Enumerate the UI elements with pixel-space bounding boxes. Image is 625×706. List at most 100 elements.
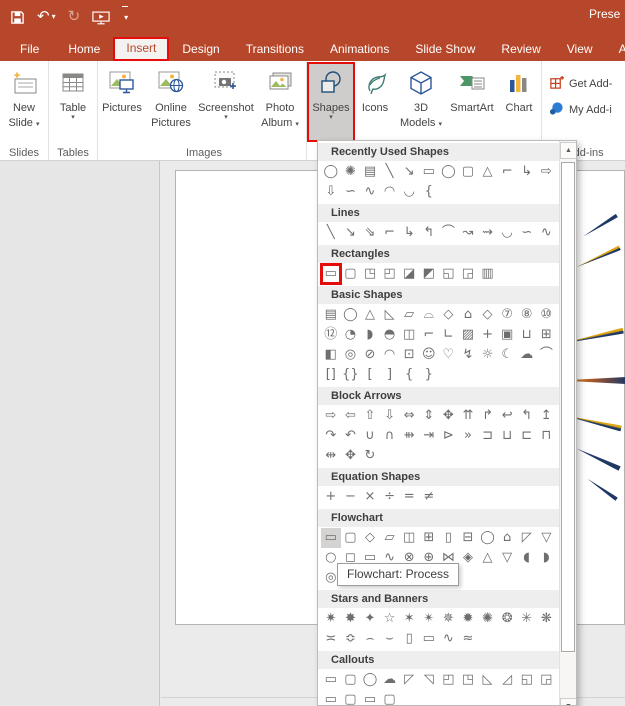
shape-arc[interactable]: ◠ bbox=[380, 182, 400, 202]
shape-arrow-bent[interactable]: ↱ bbox=[478, 406, 498, 426]
shape-elbow-connector[interactable]: ⌐ bbox=[380, 223, 400, 243]
smartart-button[interactable]: SmartArt bbox=[446, 63, 498, 141]
shape-line-callout-3[interactable]: ◰ bbox=[439, 670, 459, 690]
shape-rectangle-rounded-corners[interactable]: ▢ bbox=[341, 264, 361, 284]
get-addins-button[interactable]: Get Add- bbox=[549, 75, 613, 93]
shape-arrow-up-down[interactable]: ⇕ bbox=[419, 406, 439, 426]
shape-smiley-face[interactable]: ☺ bbox=[419, 345, 439, 365]
shape-left-brace[interactable]: { bbox=[419, 182, 439, 202]
shape-scroll-horizontal[interactable]: ▭ bbox=[419, 629, 439, 649]
shape-left-bracket[interactable]: [ bbox=[360, 365, 380, 385]
shape-speech-bubble-oval[interactable]: ◯ bbox=[360, 670, 380, 690]
shape-star-5-points[interactable]: ☆ bbox=[380, 609, 400, 629]
shape-right-brace[interactable]: } bbox=[419, 365, 439, 385]
shape-arrow-chevron[interactable]: » bbox=[458, 426, 478, 446]
shape-trapezoid[interactable]: ⌓ bbox=[419, 305, 439, 325]
shape-text-box[interactable]: ▤ bbox=[321, 305, 341, 325]
shape-line[interactable]: ╲ bbox=[321, 223, 341, 243]
shape-curved-connector[interactable]: ⌒ bbox=[439, 223, 459, 243]
shape-flowchart-document[interactable]: ▯ bbox=[439, 528, 459, 548]
shape-arrow-curved-up[interactable]: ∩ bbox=[380, 426, 400, 446]
shape-elbow-double-arrow-connector[interactable]: ↰ bbox=[419, 223, 439, 243]
shape-arc[interactable]: ⌒ bbox=[537, 345, 557, 365]
shape-ribbon-tilted-down[interactable]: ≎ bbox=[341, 629, 361, 649]
shape-flowchart-sort[interactable]: ◈ bbox=[458, 548, 478, 568]
shape-explosion-8-points[interactable]: ✷ bbox=[321, 609, 341, 629]
shape-line-callout-4-accent-bar[interactable]: ▢ bbox=[380, 690, 400, 705]
shape-bevel[interactable]: ◧ bbox=[321, 345, 341, 365]
shape-arrow-left[interactable]: ⇦ bbox=[341, 406, 361, 426]
shape-line-callout-2-accent-bar[interactable]: ▢ bbox=[341, 690, 361, 705]
shape-flowchart-stored-data[interactable]: ◖ bbox=[517, 548, 537, 568]
shape-hexagon[interactable]: ◇ bbox=[478, 305, 498, 325]
shape-rectangle-top-corners-snipped[interactable]: ◰ bbox=[380, 264, 400, 284]
shape-double-wave[interactable]: ≈ bbox=[458, 629, 478, 649]
shape-star-8-points[interactable]: ✵ bbox=[439, 609, 459, 629]
shape-flowchart-data[interactable]: ▱ bbox=[380, 528, 400, 548]
shape-flowchart-predefined-process[interactable]: ◫ bbox=[399, 528, 419, 548]
shape-star-24-points[interactable]: ✳ bbox=[517, 609, 537, 629]
shape-folded-corner[interactable]: ⊡ bbox=[399, 345, 419, 365]
shape-star-7-points[interactable]: ✴ bbox=[419, 609, 439, 629]
shape-teardrop[interactable]: ◗ bbox=[360, 325, 380, 345]
shape-callout-left-right-arrow[interactable]: ⇹ bbox=[321, 446, 341, 466]
shape-moon[interactable]: ☾ bbox=[497, 345, 517, 365]
shape-line-arrow[interactable]: ↘ bbox=[341, 223, 361, 243]
shape-speech-bubble-rounded-rectangle[interactable]: ▢ bbox=[341, 670, 361, 690]
shape-line-callout-3-no-border[interactable]: ◿ bbox=[497, 670, 517, 690]
tab-transitions[interactable]: Transitions bbox=[233, 38, 317, 61]
shape-elbow-arrow-connector[interactable]: ↳ bbox=[399, 223, 419, 243]
shape-curve[interactable]: ◡ bbox=[497, 223, 517, 243]
shape-flowchart-alternate-process[interactable]: ▢ bbox=[341, 528, 361, 548]
shape-star-32-points[interactable]: ❋ bbox=[537, 609, 557, 629]
shape-star-6-points[interactable]: ✶ bbox=[399, 609, 419, 629]
shape-freeform-scribble[interactable]: ∿ bbox=[537, 223, 557, 243]
shape-pie[interactable]: ◔ bbox=[341, 325, 361, 345]
my-addins-button[interactable]: My Add-i bbox=[549, 101, 613, 119]
shape-callout-right-arrow[interactable]: ⊐ bbox=[478, 426, 498, 446]
shape-ellipse[interactable]: ◯ bbox=[439, 162, 459, 182]
shape-elbow-connector[interactable]: ⌐ bbox=[497, 162, 517, 182]
tab-view[interactable]: View bbox=[554, 38, 606, 61]
chart-button[interactable]: Chart bbox=[498, 63, 540, 141]
icons-button[interactable]: Icons bbox=[354, 63, 396, 141]
shape-arrow-striped-right[interactable]: ⇻ bbox=[399, 426, 419, 446]
start-presentation-icon[interactable] bbox=[92, 10, 110, 25]
shape-line-arrow-double[interactable]: ⇘ bbox=[360, 223, 380, 243]
shape-flowchart-manual-input[interactable]: ◸ bbox=[517, 528, 537, 548]
shape-chord[interactable]: ◓ bbox=[380, 325, 400, 345]
shape-math-division[interactable]: ÷ bbox=[380, 487, 400, 507]
shape-regular-pentagon[interactable]: ⌂ bbox=[458, 305, 478, 325]
shape-frame[interactable]: ◫ bbox=[399, 325, 419, 345]
shape-star-12-points[interactable]: ✺ bbox=[478, 609, 498, 629]
shape-star-10-points[interactable]: ✹ bbox=[458, 609, 478, 629]
tab-slide-show[interactable]: Slide Show bbox=[402, 38, 488, 61]
shape-cube[interactable]: ⊞ bbox=[537, 325, 557, 345]
shape-explosion-14-points[interactable]: ✸ bbox=[341, 609, 361, 629]
shape-star-4-points[interactable]: ✦ bbox=[360, 609, 380, 629]
shape-arrow-curved-right[interactable]: ↷ bbox=[321, 426, 341, 446]
shape-flowchart-multidocument[interactable]: ⊟ bbox=[458, 528, 478, 548]
tab-home[interactable]: Home bbox=[55, 38, 113, 61]
shape-line-callout-1-accent-bar[interactable]: ▭ bbox=[321, 690, 341, 705]
tab-a[interactable]: A bbox=[606, 38, 625, 61]
shape-arrow-down[interactable]: ⇩ bbox=[321, 182, 341, 202]
shape-oval[interactable]: ◯ bbox=[321, 162, 341, 182]
shape-double-brace[interactable]: {} bbox=[341, 365, 361, 385]
3d-models-button[interactable]: 3D Models ▾ bbox=[396, 63, 446, 141]
screenshot-button[interactable]: Screenshot ▾ bbox=[197, 63, 255, 141]
shape-arrow-left-up[interactable]: ↰ bbox=[517, 406, 537, 426]
shape-rectangle-single-corner-snipped[interactable]: ◳ bbox=[360, 264, 380, 284]
shape-rectangle-single-corner-rounded[interactable]: ◩ bbox=[419, 264, 439, 284]
tab-animations[interactable]: Animations bbox=[317, 38, 402, 61]
undo-caret-icon[interactable]: ▾ bbox=[52, 6, 56, 28]
shapes-button[interactable]: Shapes ▾ bbox=[307, 62, 355, 142]
shape-wave[interactable]: ∿ bbox=[439, 629, 459, 649]
tab-review[interactable]: Review bbox=[488, 38, 553, 61]
shape-rectangle-diagonal-corners-snipped[interactable]: ◪ bbox=[399, 264, 419, 284]
shape-left-brace[interactable]: { bbox=[399, 365, 419, 385]
shape-octagon[interactable]: ⑧ bbox=[517, 305, 537, 325]
shape-lightning-bolt[interactable]: ↯ bbox=[458, 345, 478, 365]
shape-callout-quad-arrow[interactable]: ✥ bbox=[341, 446, 361, 466]
shape-ribbon-curved-and-tilted-up[interactable]: ⌢ bbox=[360, 629, 380, 649]
